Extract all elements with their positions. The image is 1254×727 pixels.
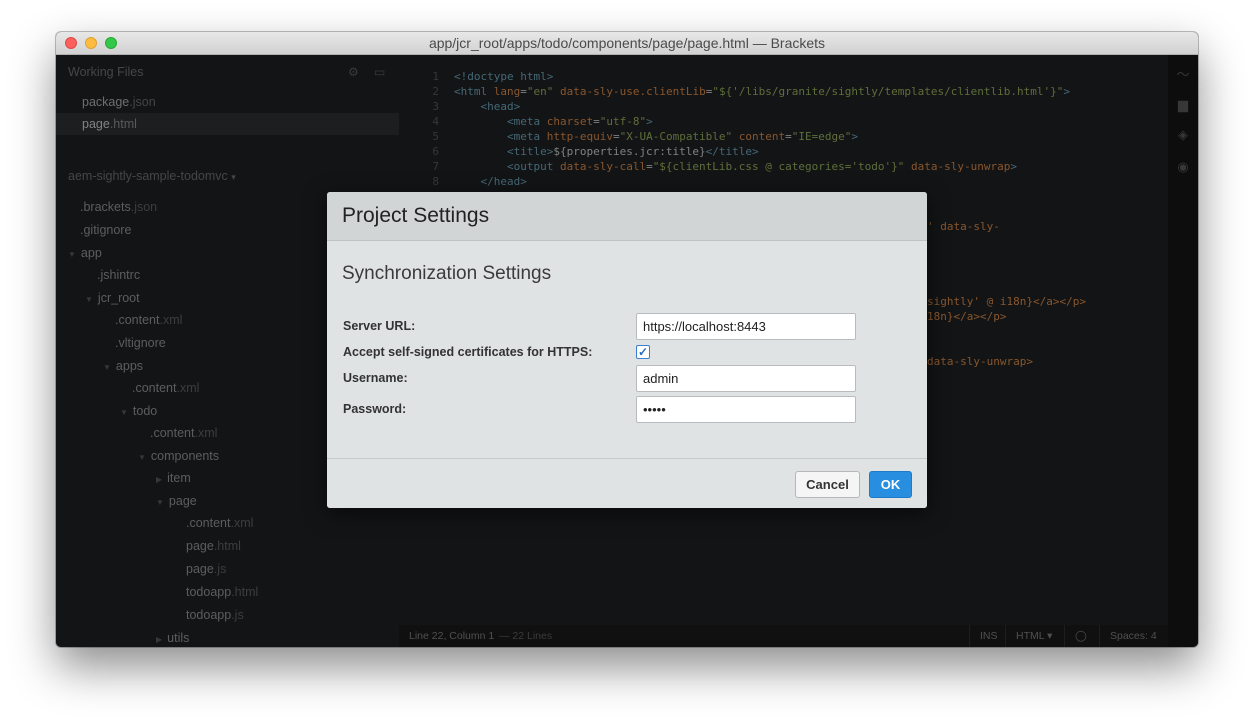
window-title: app/jcr_root/apps/todo/components/page/p…	[428, 35, 826, 51]
server-url-input[interactable]	[636, 313, 856, 340]
username-input[interactable]	[636, 365, 856, 392]
accept-certificates-label: Accept self-signed certificates for HTTP…	[343, 345, 593, 359]
ok-button[interactable]: OK	[869, 471, 912, 498]
section-title: Synchronization Settings	[342, 263, 552, 284]
server-url-label: Server URL:	[343, 319, 416, 333]
accept-certificates-checkbox[interactable]: ✓	[636, 345, 650, 359]
password-label: Password:	[343, 402, 407, 416]
dialog-footer: Cancel OK	[327, 458, 927, 508]
dialog-title: Project Settings	[342, 204, 490, 227]
cancel-button[interactable]: Cancel	[795, 471, 860, 498]
password-input[interactable]	[636, 396, 856, 423]
dialog-header: Project Settings	[327, 192, 927, 241]
title-bar: app/jcr_root/apps/todo/components/page/p…	[56, 32, 1198, 55]
project-settings-dialog: Project Settings Synchronization Setting…	[327, 192, 927, 508]
username-label: Username:	[343, 371, 408, 385]
